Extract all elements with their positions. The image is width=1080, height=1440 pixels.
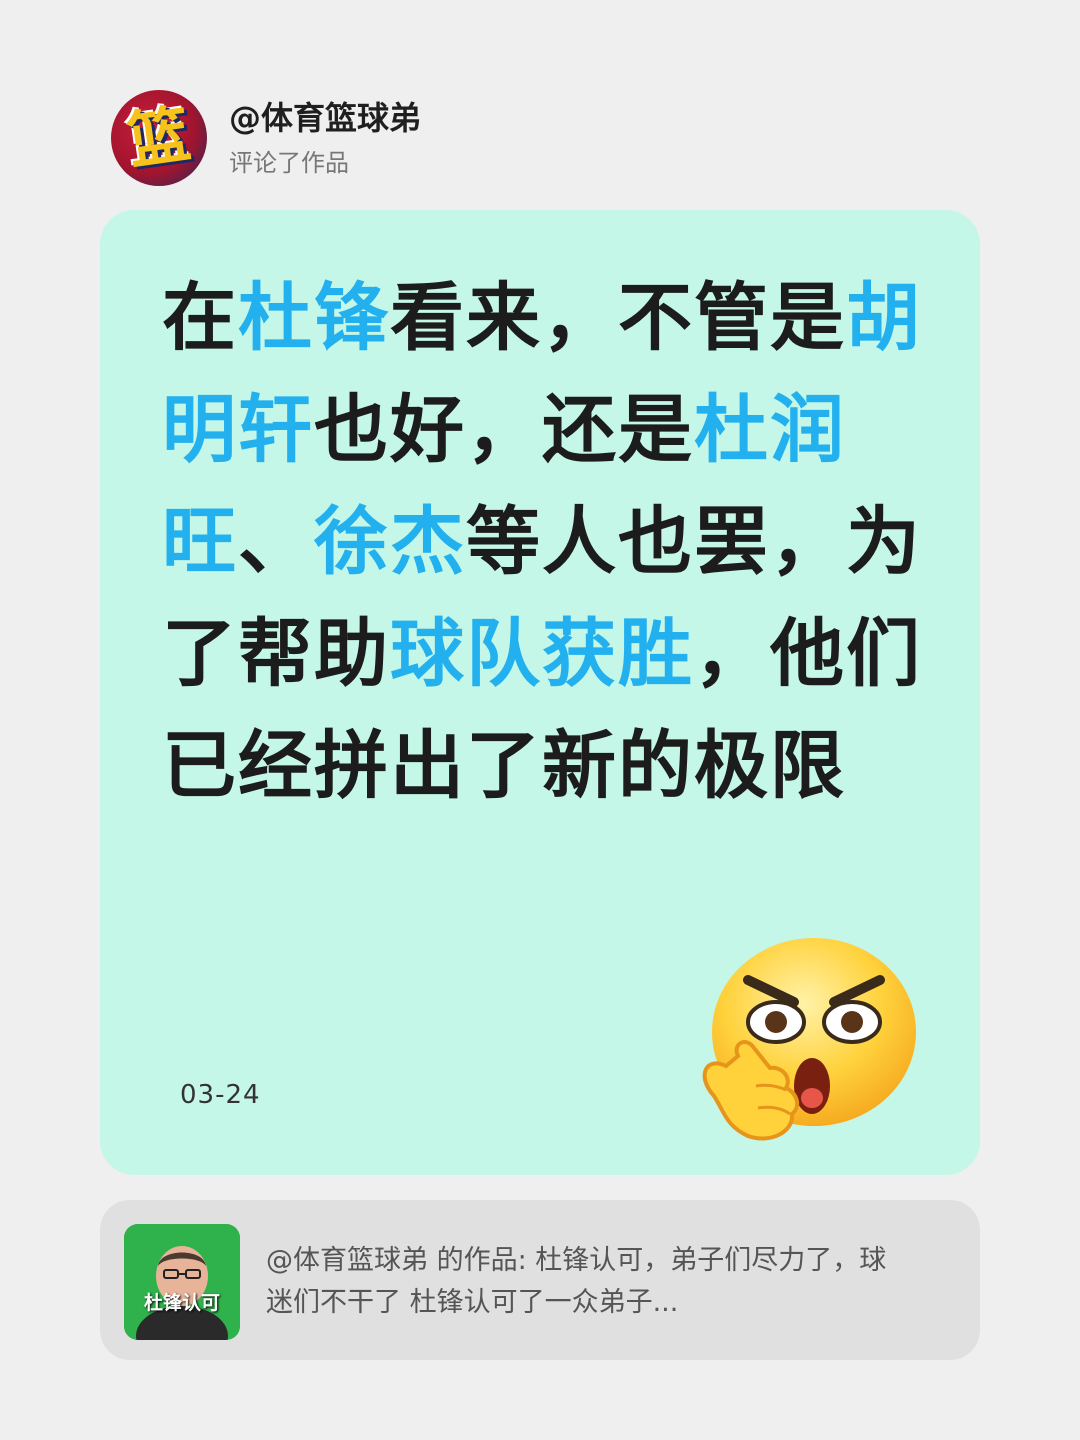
thinking-angry-emoji-icon [702,938,916,1141]
comment-date: 03-24 [180,1080,261,1110]
highlighted-name-text: 球队获胜 [390,611,694,697]
page: 篮 @体育篮球弟 评论了作品 在杜锋看来，不管是胡明轩也好，还是杜润旺、徐杰等人… [0,0,1080,1440]
highlighted-name-text: 徐杰 [314,499,466,585]
avatar[interactable]: 篮 [111,90,207,186]
comment-text-segment: 也好，还是 [314,387,694,473]
highlighted-name-text: 杜锋 [238,275,390,361]
comment-card: 在杜锋看来，不管是胡明轩也好，还是杜润旺、徐杰等人也罢，为了帮助球队获胜，他们已… [100,210,980,1175]
action-subtitle: 评论了作品 [229,149,349,177]
comment-text-segment: 看来，不管是 [390,275,846,361]
comment-text-segment: 、 [238,499,314,585]
thumbnail-caption: 杜锋认可 [143,1292,220,1314]
comment-text-segment: 在 [162,275,238,361]
comment-text: 在杜锋看来，不管是胡明轩也好，还是杜润旺、徐杰等人也罢，为了帮助球队获胜，他们已… [162,262,922,822]
referenced-post-card[interactable]: 杜锋认可 @体育篮球弟 的作品: 杜锋认可，弟子们尽力了，球迷们不干了 杜锋认可… [100,1200,980,1360]
avatar-logo: 篮 [123,97,195,178]
header-text: @体育篮球弟 评论了作品 [229,98,421,178]
username[interactable]: @体育篮球弟 [229,98,421,138]
referenced-post-text: @体育篮球弟 的作品: 杜锋认可，弟子们尽力了，球迷们不干了 杜锋认可了一众弟子… [266,1245,887,1318]
comment-header: 篮 @体育篮球弟 评论了作品 [111,90,421,186]
video-thumbnail[interactable]: 杜锋认可 [124,1224,240,1340]
person-thumbnail-image [124,1224,240,1340]
